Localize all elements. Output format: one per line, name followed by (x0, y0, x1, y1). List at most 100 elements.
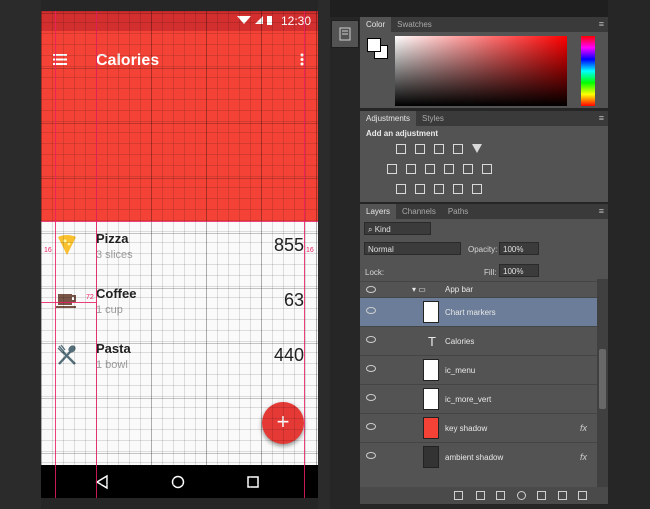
eye-icon[interactable] (366, 307, 376, 314)
list-top-guide (41, 221, 318, 222)
panel-menu-icon[interactable]: ≡ (599, 113, 604, 123)
add-fab-button[interactable]: + (262, 402, 304, 444)
add-style-icon[interactable] (476, 491, 485, 500)
layers-panel: Layers Channels Paths ≡ ⌕ Kind Normal Opac… (360, 204, 608, 504)
link-icon[interactable] (454, 491, 463, 500)
list-item[interactable]: Pasta 1 bowl 440 (41, 331, 318, 386)
eye-icon[interactable] (366, 452, 376, 459)
panel-menu-icon[interactable]: ≡ (599, 206, 604, 216)
item-name: Pizza (96, 231, 129, 246)
tab-adjustments[interactable]: Adjustments (360, 111, 417, 126)
layer-filter-select[interactable]: ⌕ Kind (364, 222, 431, 235)
layer-name: key shadow (445, 424, 488, 433)
layer-thumbnail (423, 388, 439, 410)
fill-input[interactable]: 100% (499, 264, 539, 277)
left-dark-margin (0, 0, 41, 509)
gradient-map-icon[interactable] (472, 184, 482, 194)
tab-swatches[interactable]: Swatches (391, 17, 438, 32)
curves-icon[interactable] (434, 144, 444, 154)
eye-icon[interactable] (366, 286, 376, 293)
new-layer-icon[interactable] (558, 491, 567, 500)
layer-name: Chart markers (445, 308, 496, 317)
layer-group-row[interactable]: ▾ ▭ App bar (360, 281, 597, 297)
hue-slider[interactable] (581, 36, 595, 106)
fill-value: 100% (503, 267, 524, 276)
layer-thumbnail (423, 359, 439, 381)
tab-layers[interactable]: Layers (360, 204, 397, 219)
black-white-icon[interactable] (425, 164, 435, 174)
photo-filter-icon[interactable] (444, 164, 454, 174)
color-lookup-icon[interactable] (482, 164, 492, 174)
delete-layer-icon[interactable] (578, 491, 587, 500)
fx-icon[interactable]: fx (580, 452, 587, 462)
foreground-color-swatch[interactable] (367, 38, 381, 52)
text-layer-icon: T (428, 334, 436, 349)
tab-paths[interactable]: Paths (442, 204, 474, 219)
list-item[interactable]: Pizza 3 slices 855 (41, 221, 318, 276)
levels-icon[interactable] (415, 144, 425, 154)
fx-icon[interactable]: fx (580, 423, 587, 433)
list-item[interactable]: Coffee 1 cup 63 (41, 276, 318, 331)
new-group-icon[interactable] (537, 491, 546, 500)
layer-row[interactable]: Chart markers (360, 297, 597, 326)
eye-icon[interactable] (366, 423, 376, 430)
keyline-label: 72 (86, 294, 94, 301)
tab-channels[interactable]: Channels (396, 204, 442, 219)
opacity-input[interactable]: 100% (499, 242, 539, 255)
signal-wifi-battery-icon (237, 16, 272, 25)
vibrance-icon[interactable] (472, 144, 482, 153)
folder-icon: ▾ ▭ (412, 285, 426, 294)
layers-panel-tabs: Layers Channels Paths ≡ (360, 204, 608, 219)
calorie-list: Pizza 3 slices 855 Coffee 1 cup 63 Pasta… (41, 221, 318, 386)
eye-icon[interactable] (366, 394, 376, 401)
blend-mode-select[interactable]: Normal (364, 242, 461, 255)
color-panel-tabs: Color Swatches ≡ (360, 17, 608, 32)
keyline-guide (96, 11, 97, 498)
layer-row[interactable]: ambient shadow fx (360, 442, 597, 471)
tab-styles[interactable]: Styles (416, 111, 450, 126)
layers-scrollbar[interactable] (597, 279, 608, 487)
status-time: 12:30 (280, 14, 311, 28)
status-icons (236, 14, 276, 29)
blend-mode-value: Normal (368, 245, 394, 254)
eye-icon[interactable] (366, 336, 376, 343)
adjustment-layer-icon[interactable] (517, 491, 526, 500)
scroll-thumb[interactable] (599, 349, 606, 409)
right-margin-guide (304, 11, 305, 498)
panel-dock-header (330, 0, 650, 17)
add-mask-icon[interactable] (496, 491, 505, 500)
eye-icon[interactable] (366, 365, 376, 372)
layer-row[interactable]: key shadow fx (360, 413, 597, 442)
adjustments-title: Add an adjustment (366, 129, 439, 138)
layer-name: Calories (445, 337, 475, 346)
tab-color[interactable]: Color (360, 17, 392, 32)
layer-thumbnail (423, 446, 439, 468)
collapsed-panel-button[interactable] (331, 20, 359, 48)
navigation-bar (41, 465, 318, 498)
exposure-icon[interactable] (453, 144, 463, 154)
hue-saturation-icon[interactable] (387, 164, 397, 174)
invert-icon[interactable] (396, 184, 406, 194)
panel-menu-icon[interactable]: ≡ (599, 19, 604, 29)
item-portion: 3 slices (96, 249, 133, 261)
threshold-icon[interactable] (434, 184, 444, 194)
color-balance-icon[interactable] (406, 164, 416, 174)
layer-row[interactable]: T Calories (360, 326, 597, 355)
color-field[interactable] (395, 36, 567, 106)
pizza-icon (58, 235, 76, 255)
nav-buttons (95, 474, 259, 490)
layer-row[interactable]: ic_more_vert (360, 384, 597, 413)
layer-row[interactable]: ic_menu (360, 355, 597, 384)
recents-icon (247, 476, 259, 488)
posterize-icon[interactable] (415, 184, 425, 194)
selective-color-icon[interactable] (453, 184, 463, 194)
properties-icon (339, 27, 351, 41)
opacity-value: 100% (503, 245, 524, 254)
color-panel: Color Swatches ≡ (360, 17, 608, 108)
brightness-icon[interactable] (396, 144, 406, 154)
right-margin-label: 16 (306, 247, 314, 254)
right-dark-margin (318, 0, 330, 509)
keyline-marker (41, 302, 96, 303)
channel-mixer-icon[interactable] (463, 164, 473, 174)
search-icon: ⌕ (368, 225, 375, 234)
